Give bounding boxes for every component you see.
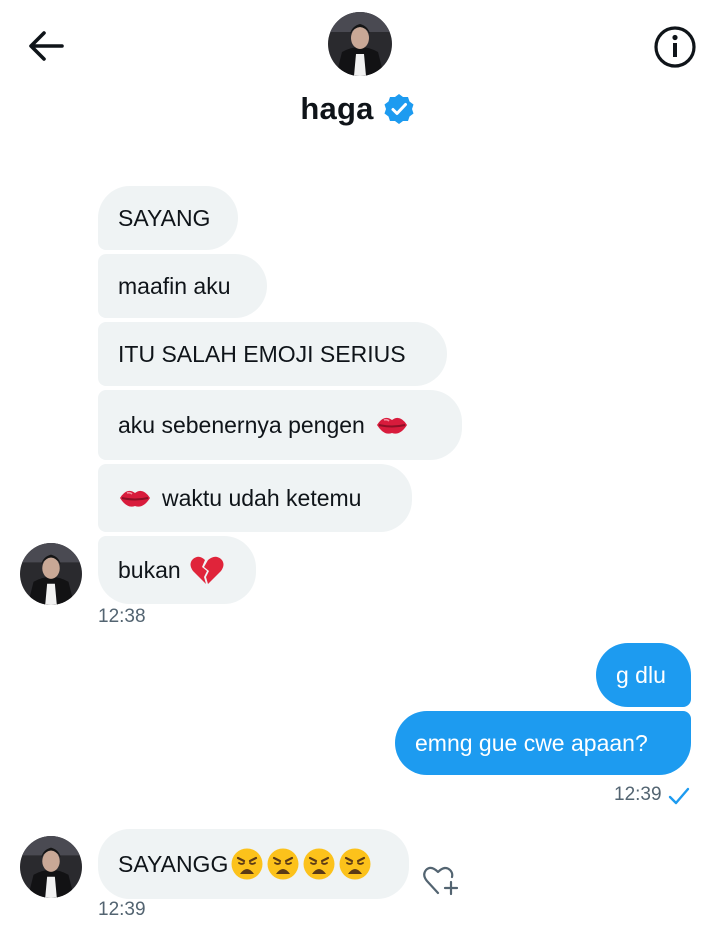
message-bubble[interactable]: SAYANG	[98, 186, 238, 250]
kiss-mark-emoji	[376, 417, 407, 434]
message-bubble[interactable]: ITU SALAH EMOJI SERIUS	[98, 322, 447, 386]
message-bubble[interactable]: maafin aku	[98, 254, 267, 318]
message-text: maafin aku	[118, 272, 231, 299]
react-button[interactable]	[422, 862, 460, 898]
message-bubble[interactable]: aku sebenernya pengen	[98, 390, 462, 460]
contact-name: haga	[300, 91, 374, 126]
message-text: SAYANGG	[118, 850, 229, 877]
weary-face-emoji	[267, 848, 299, 880]
sent-message-bubble[interactable]: g dlu	[596, 643, 691, 707]
message-text: waktu udah ketemu	[162, 484, 362, 511]
message-text: emng gue cwe apaan?	[415, 729, 648, 756]
message-text: SAYANG	[118, 204, 211, 231]
message-bubble[interactable]: bukan	[98, 536, 256, 604]
message-text: aku sebenernya pengen	[118, 411, 365, 438]
message-text: bukan	[118, 556, 181, 583]
message-text: ITU SALAH EMOJI SERIUS	[118, 340, 406, 367]
weary-face-emoji	[339, 848, 371, 880]
sender-avatar[interactable]	[20, 543, 82, 605]
message-bubble[interactable]: SAYANGG	[98, 829, 409, 899]
sender-avatar[interactable]	[20, 836, 82, 898]
broken-heart-emoji	[190, 556, 224, 584]
arrow-left-icon	[29, 31, 64, 61]
message-timestamp: 12:39	[614, 784, 662, 805]
info-circle-icon	[654, 26, 696, 68]
kiss-mark-emoji	[120, 490, 150, 507]
message-bubble[interactable]: waktu udah ketemu	[98, 464, 412, 532]
back-button[interactable]	[22, 24, 70, 68]
check-icon	[668, 787, 690, 805]
message-timestamp: 12:39	[98, 899, 146, 920]
message-text: g dlu	[616, 661, 666, 688]
conversation-info-button[interactable]	[652, 24, 698, 70]
weary-face-emoji	[231, 848, 263, 880]
sent-message-bubble[interactable]: emng gue cwe apaan?	[395, 711, 691, 775]
header-title: haga	[0, 86, 716, 132]
verified-badge-icon	[384, 94, 414, 124]
heart-plus-icon	[423, 866, 459, 896]
message-timestamp: 12:38	[98, 606, 146, 627]
weary-face-emoji	[303, 848, 335, 880]
header-avatar[interactable]	[328, 12, 392, 76]
